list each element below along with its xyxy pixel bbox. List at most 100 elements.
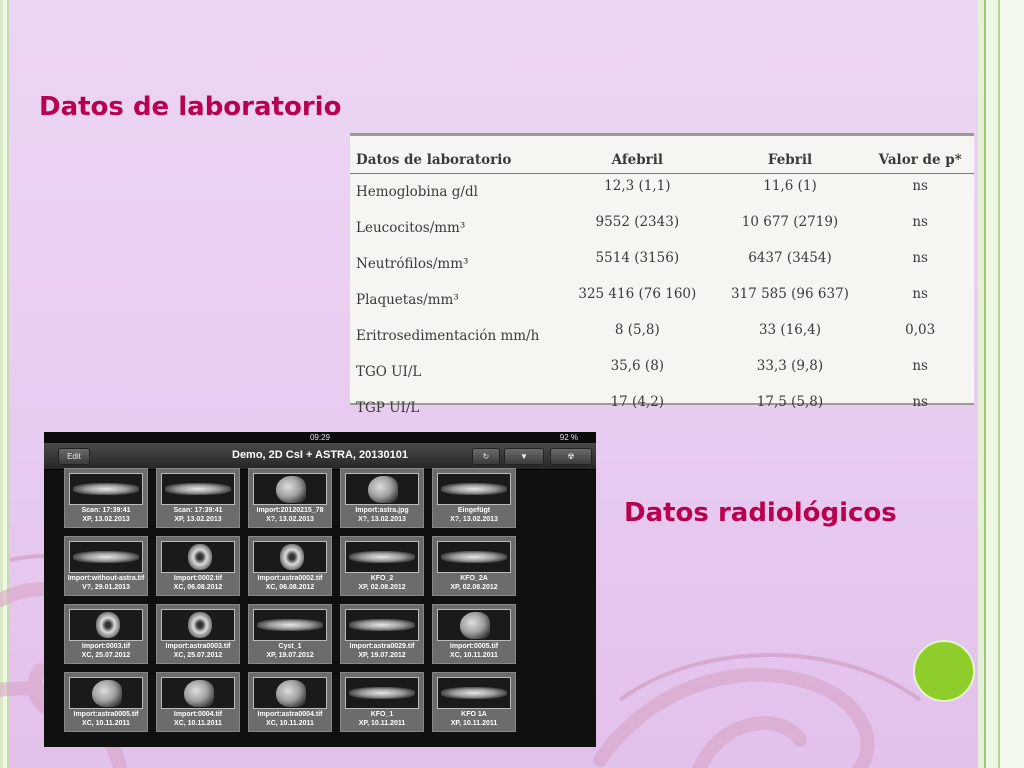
image-thumbnail[interactable]: Import:astra0004.tif XC, 10.11.2011 xyxy=(248,672,332,732)
lab-results-table: Datos de laboratorio Afebril Febril Valo… xyxy=(350,136,974,426)
xray-pano-image xyxy=(345,609,419,641)
thumbnail-name: Import:astra0005.tif xyxy=(73,711,139,718)
image-thumbnail[interactable]: Import:0002.tif XC, 06.08.2012 xyxy=(156,536,240,596)
filter-icon: ▼ xyxy=(520,452,528,461)
thumbnail-date: XC, 10.11.2011 xyxy=(174,720,222,727)
thumbnail-date: XC, 10.11.2011 xyxy=(450,652,498,659)
image-thumbnail[interactable]: Import:astra0002.tif XC, 06.08.2012 xyxy=(248,536,332,596)
cell-febrile: 6437 (3454) xyxy=(748,250,832,266)
radiology-app-screenshot: 09:29 92 % Edit Demo, 2D CsI + ASTRA, 20… xyxy=(44,432,596,747)
green-circle-decoration xyxy=(913,640,975,702)
image-thumbnail[interactable]: KFO_1 XP, 10.11.2011 xyxy=(340,672,424,732)
cell-afebrile: 35,6 (8) xyxy=(610,358,665,374)
xray-pano-image xyxy=(437,541,511,573)
cell-parameter: Hemoglobina g/dl xyxy=(356,184,478,200)
thumbnail-date: XC, 06.08.2012 xyxy=(173,584,223,591)
thumbnail-name: Import:20120215_78 xyxy=(256,507,324,514)
filter-button[interactable]: ▼ xyxy=(504,448,544,465)
cell-p-value: 0,03 xyxy=(905,322,936,338)
xray-pano-image xyxy=(69,541,143,573)
thumbnail-name: Import:0004.tif xyxy=(173,711,223,718)
thumbnail-date: XP, 13.02.2013 xyxy=(174,516,222,523)
cell-parameter: Leucocitos/mm³ xyxy=(356,220,466,236)
image-thumbnail[interactable]: KFO 1A XP, 10.11.2011 xyxy=(432,672,516,732)
thumbnail-name: Eingefügt xyxy=(457,507,491,514)
thumbnail-date: XC, 06.08.2012 xyxy=(265,584,315,591)
thumbnail-name: Scan: 17:39:41 xyxy=(173,507,223,514)
cell-p-value: ns xyxy=(912,286,928,302)
battery-level: 92 % xyxy=(559,433,578,442)
thumbnail-name: KFO 1A xyxy=(461,711,487,718)
image-thumbnail[interactable]: Import:astra0029.tif XP, 19.07.2012 xyxy=(340,604,424,664)
image-thumbnail[interactable]: Import:20120215_78 X?, 13.02.2013 xyxy=(248,468,332,528)
cell-p-value: ns xyxy=(912,178,928,194)
image-thumbnail[interactable]: Import:0004.tif XC, 10.11.2011 xyxy=(156,672,240,732)
cell-afebrile: 8 (5,8) xyxy=(614,322,660,338)
thumbnail-name: Import:astra0002.tif xyxy=(257,575,323,582)
image-thumbnail[interactable]: Cyst_1 XP, 19.07.2012 xyxy=(248,604,332,664)
image-thumbnail[interactable]: Scan: 17:39:41 XP, 13.02.2013 xyxy=(156,468,240,528)
table-row: Eritrosedimentación mm/h 8 (5,8) 33 (16,4)… xyxy=(350,318,974,354)
refresh-icon: ↻ xyxy=(482,452,490,461)
table-row: Hemoglobina g/dl 12,3 (1,1) 11,6 (1) ns xyxy=(350,174,974,211)
thumbnail-date: XC, 25.07.2012 xyxy=(81,652,131,659)
thumbnail-date: XC, 10.11.2011 xyxy=(82,720,130,727)
image-thumbnail[interactable]: Scan: 17:39:41 XP, 13.02.2013 xyxy=(64,468,148,528)
table-row: TGO UI/L 35,6 (8) 33,3 (9,8) ns xyxy=(350,354,974,390)
xray-ceph-image xyxy=(253,677,327,709)
thumbnail-name: KFO_1 xyxy=(370,711,394,718)
image-thumbnail[interactable]: Import:without-astra.tif V?, 29.01.2013 xyxy=(64,536,148,596)
header-febrile: Febril xyxy=(713,136,867,174)
image-thumbnail[interactable]: Import:0005.tif XC, 10.11.2011 xyxy=(432,604,516,664)
thumbnail-name: Import:astra0029.tif xyxy=(349,643,415,650)
thumbnail-date: X?, 13.02.2013 xyxy=(266,516,314,523)
thumbnail-name: Import:0005.tif xyxy=(449,643,499,650)
thumbnail-date: XP, 13.02.2013 xyxy=(82,516,130,523)
refresh-button[interactable]: ↻ xyxy=(472,448,500,465)
cell-febrile: 33 (16,4) xyxy=(758,322,822,338)
cell-p-value: ns xyxy=(912,214,928,230)
cell-afebrile: 17 (4,2) xyxy=(610,394,665,410)
image-thumbnail[interactable]: KFO_2 XP, 02.08.2012 xyxy=(340,536,424,596)
xray-skull-image xyxy=(69,609,143,641)
cell-p-value: ns xyxy=(912,358,928,374)
xray-pano-image xyxy=(253,609,327,641)
thumbnail-date: XP, 19.07.2012 xyxy=(358,652,406,659)
status-bar: 09:29 92 % xyxy=(44,432,596,443)
radiation-button[interactable]: ☢ xyxy=(550,448,592,465)
xray-pano-image xyxy=(161,473,235,505)
xray-skull-image xyxy=(161,541,235,573)
xray-pano-image xyxy=(437,677,511,709)
thumbnail-name: Import:without-astra.tif xyxy=(67,575,145,582)
cell-parameter: Neutrófilos/mm³ xyxy=(356,256,469,272)
thumbnail-name: Import:astra0004.tif xyxy=(257,711,323,718)
xray-skull-image xyxy=(161,609,235,641)
thumbnail-date: XC, 10.11.2011 xyxy=(266,720,314,727)
image-thumbnail[interactable]: Import:astra0003.tif XC, 25.07.2012 xyxy=(156,604,240,664)
thumbnail-name: Import:astra.jpg xyxy=(355,507,409,514)
thumbnail-name: Import:0002.tif xyxy=(173,575,223,582)
table-row: Plaquetas/mm³ 325 416 (76 160) 317 585 (96… xyxy=(350,282,974,318)
radiology-section-heading: Datos radiológicos xyxy=(624,498,897,528)
image-thumbnail[interactable]: Import:0003.tif XC, 25.07.2012 xyxy=(64,604,148,664)
table-row: Leucocitos/mm³ 9552 (2343) 10 677 (2719) ns xyxy=(350,210,974,246)
xray-pano-image xyxy=(437,473,511,505)
xray-pano-image xyxy=(345,677,419,709)
thumbnail-date: XP, 02.08.2012 xyxy=(358,584,406,591)
xray-ceph-image xyxy=(161,677,235,709)
cell-afebrile: 325 416 (76 160) xyxy=(578,286,697,302)
thumbnail-date: X?, 13.02.2013 xyxy=(450,516,498,523)
image-thumbnail[interactable]: Import:astra.jpg X?, 13.02.2013 xyxy=(340,468,424,528)
thumbnail-name: KFO_2 xyxy=(370,575,394,582)
xray-ceph-image xyxy=(69,677,143,709)
thumbnail-name: Scan: 17:39:41 xyxy=(81,507,131,514)
xray-ceph-image xyxy=(437,609,511,641)
image-thumbnail[interactable]: Import:astra0005.tif XC, 10.11.2011 xyxy=(64,672,148,732)
status-time: 09:29 xyxy=(309,433,331,442)
thumbnail-date: V?, 29.01.2013 xyxy=(82,584,130,591)
image-thumbnail[interactable]: Eingefügt X?, 13.02.2013 xyxy=(432,468,516,528)
thumbnail-name: Import:0003.tif xyxy=(81,643,131,650)
lab-section-heading: Datos de laboratorio xyxy=(39,92,342,122)
table-row: TGP UI/L 17 (4,2) 17,5 (5,8) ns xyxy=(350,390,974,426)
image-thumbnail[interactable]: KFO_2A XP, 02.08.2012 xyxy=(432,536,516,596)
